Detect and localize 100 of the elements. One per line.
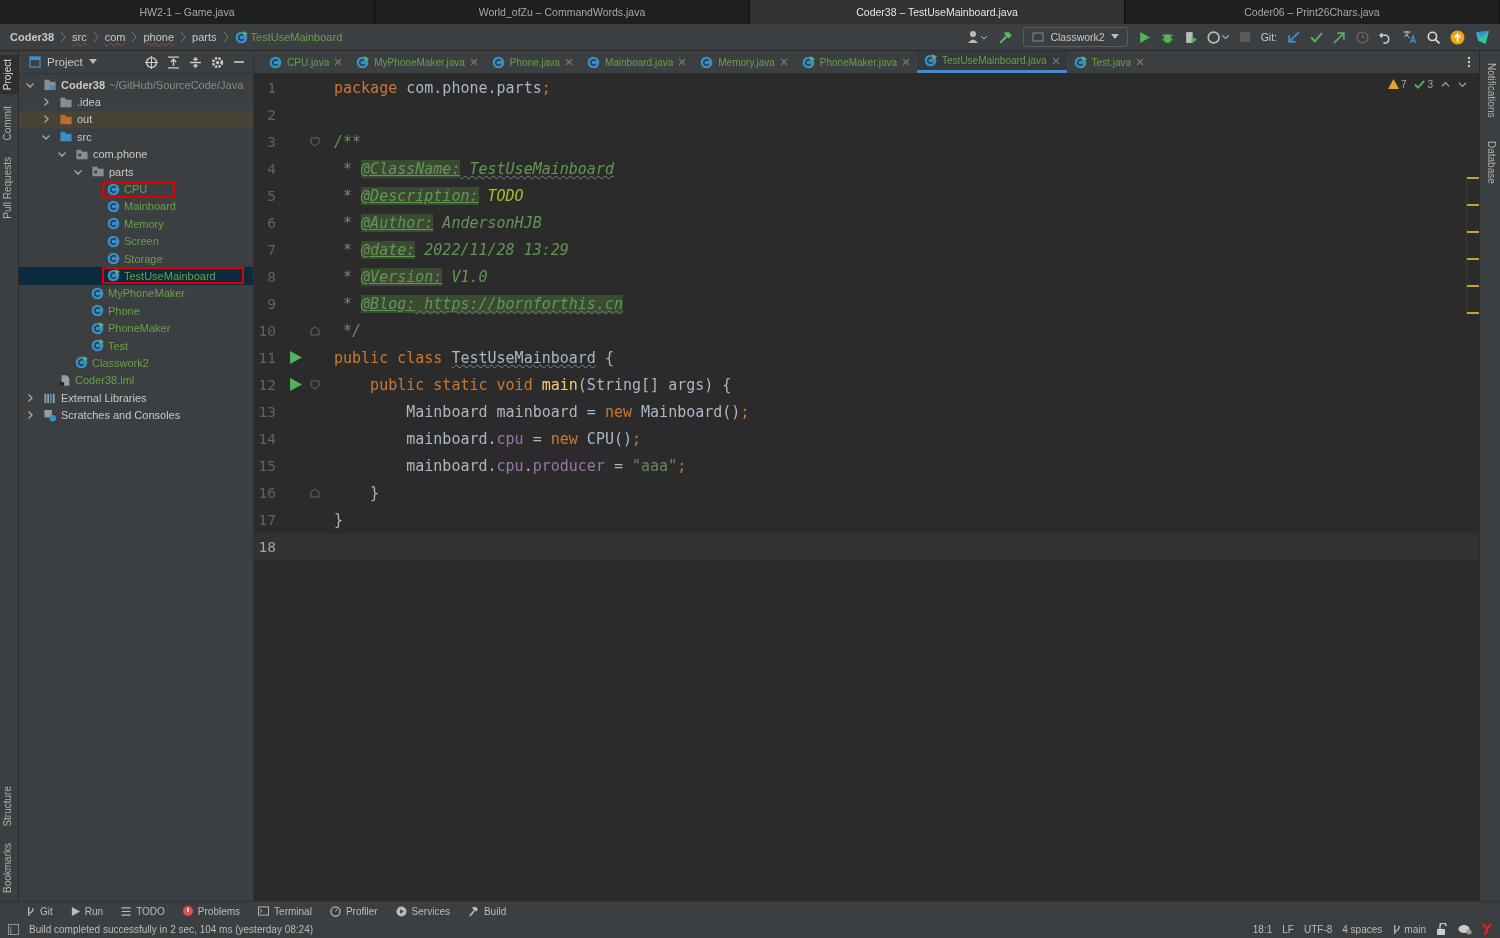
tree-node[interactable]: com.phone	[70, 145, 153, 163]
tool-window-button[interactable]: Git	[26, 905, 53, 917]
close-icon[interactable]	[678, 58, 687, 66]
checkmark-icon[interactable]	[1310, 30, 1323, 44]
close-icon[interactable]	[469, 58, 478, 66]
panel-toggle-icon[interactable]	[8, 923, 19, 935]
tree-node[interactable]: Memory	[102, 215, 169, 233]
line-separator[interactable]: LF	[1282, 923, 1294, 935]
tree-node[interactable]: out	[54, 110, 98, 128]
chevron-up-icon[interactable]	[1441, 80, 1450, 89]
tree-node[interactable]: Storage	[102, 250, 168, 268]
highlight-box[interactable]: CPU	[102, 180, 176, 198]
editor-tab[interactable]: Test.java	[1066, 51, 1152, 73]
tool-window-tab[interactable]: Notifications	[1480, 61, 1500, 120]
chevron-right-icon[interactable]	[41, 97, 51, 108]
cloud-gear-icon[interactable]	[1458, 923, 1472, 935]
tool-window-button[interactable]: Profiler	[329, 905, 378, 917]
tree-row[interactable]: CPU	[19, 180, 253, 198]
tool-window-button[interactable]: Services	[395, 905, 450, 917]
tree-row[interactable]: Coder38.iml	[19, 371, 253, 390]
plugin-logo-icon[interactable]	[1475, 29, 1490, 45]
chevron-down-icon[interactable]	[1458, 80, 1467, 89]
update-icon[interactable]	[1450, 29, 1465, 45]
tool-window-button[interactable]: Build	[467, 905, 507, 917]
run-configuration-dropdown[interactable]: Classwork2	[1023, 27, 1128, 47]
profiler-icon[interactable]	[1206, 30, 1229, 44]
locate-icon[interactable]	[145, 55, 158, 69]
close-icon[interactable]	[564, 58, 573, 66]
breadcrumb[interactable]: src	[72, 31, 87, 43]
tree-row[interactable]: out	[19, 110, 253, 129]
editor-tab[interactable]: TestUseMainboard.java	[917, 51, 1067, 73]
tree-row[interactable]: Classwork2	[19, 354, 253, 372]
tree-row[interactable]: MyPhoneMaker	[19, 284, 253, 303]
close-icon[interactable]	[779, 58, 788, 66]
tree-node[interactable]: PhoneMaker	[86, 319, 176, 337]
tool-window-tab[interactable]: Commit	[0, 102, 18, 145]
tree-row[interactable]: External Libraries	[19, 389, 253, 407]
tree-node[interactable]: MyPhoneMaker	[86, 284, 191, 302]
tool-window-tab[interactable]: Database	[1480, 139, 1500, 187]
tree-node[interactable]: Screen	[102, 232, 164, 250]
breadcrumb[interactable]: TestUseMainboard	[250, 31, 343, 43]
caret-position[interactable]: 18:1	[1252, 923, 1273, 935]
collapse-all-icon[interactable]	[189, 55, 202, 69]
close-icon[interactable]	[1136, 58, 1145, 66]
weak-warning-count[interactable]: 3	[1414, 79, 1433, 90]
search-icon[interactable]	[1427, 30, 1440, 44]
warning-count[interactable]: 7	[1387, 79, 1407, 90]
tree-row[interactable]: .idea	[19, 93, 253, 111]
tree-row[interactable]: Phone	[19, 302, 253, 320]
tree-row[interactable]: Mainboard	[19, 197, 253, 216]
undo-icon[interactable]	[1379, 30, 1392, 44]
close-icon[interactable]	[902, 58, 911, 66]
tree-node[interactable]: src	[54, 128, 97, 146]
tool-window-tab[interactable]: Bookmarks	[0, 839, 18, 897]
tree-node[interactable]: External Libraries	[38, 389, 152, 407]
chevron-right-icon[interactable]	[41, 114, 51, 125]
tree-node[interactable]: Scratches and Consoles	[38, 406, 186, 424]
editor-tab[interactable]: PhoneMaker.java	[794, 51, 918, 73]
tree-node[interactable]: Classwork2	[70, 354, 154, 372]
run-icon[interactable]	[288, 378, 302, 391]
editor-tab[interactable]: CPU.java	[262, 51, 350, 73]
window-tab[interactable]: Coder38 – TestUseMainboard.java	[750, 0, 1125, 24]
git-branch[interactable]: main	[1392, 923, 1426, 935]
file-encoding[interactable]: UTF-8	[1303, 923, 1333, 935]
tool-window-button[interactable]: Terminal	[258, 905, 312, 917]
tool-window-button[interactable]: TODO	[121, 905, 165, 917]
tool-window-tab[interactable]: Project	[0, 55, 18, 95]
push-arrow-icon[interactable]	[1333, 30, 1346, 44]
indent-setting[interactable]: 4 spaces	[1342, 923, 1383, 935]
user-icon[interactable]	[966, 30, 989, 44]
tree-row[interactable]: src	[19, 128, 253, 146]
chevron-right-icon[interactable]	[25, 392, 35, 403]
more-options-icon[interactable]	[1467, 56, 1471, 68]
translate-icon[interactable]	[1402, 30, 1417, 44]
tree-node[interactable]: Mainboard	[102, 197, 181, 215]
editor-tab[interactable]: Mainboard.java	[579, 51, 694, 73]
tree-row[interactable]: Test	[19, 336, 253, 355]
tree-row[interactable]: parts	[19, 162, 253, 181]
tree-row[interactable]: com.phone	[19, 145, 253, 163]
settings-icon[interactable]	[211, 55, 224, 69]
tool-window-tab[interactable]: Structure	[0, 782, 18, 831]
expand-all-icon[interactable]	[167, 55, 180, 69]
tree-row[interactable]: Memory	[19, 215, 253, 233]
run-icon[interactable]	[1137, 30, 1151, 44]
update-arrow-icon[interactable]	[1287, 30, 1300, 44]
editor-tab[interactable]: MyPhoneMaker.java	[349, 51, 485, 73]
tree-row[interactable]: Screen	[19, 232, 253, 250]
hammer-icon[interactable]	[998, 29, 1014, 45]
run-icon[interactable]	[288, 351, 302, 364]
tool-window-button[interactable]: Run	[70, 905, 104, 917]
tool-window-button[interactable]: Problems	[182, 905, 241, 917]
highlight-box[interactable]: TestUseMainboard	[102, 267, 244, 285]
close-icon[interactable]	[1051, 56, 1060, 65]
close-icon[interactable]	[334, 58, 343, 66]
tree-node[interactable]: parts	[86, 163, 139, 181]
breadcrumb[interactable]: phone	[143, 31, 175, 43]
breadcrumb[interactable]: com	[104, 31, 126, 43]
panel-title-dropdown[interactable]: Project	[29, 56, 97, 68]
tree-row[interactable]: Scratches and Consoles	[19, 406, 253, 424]
editor-tab[interactable]: Phone.java	[484, 51, 580, 73]
